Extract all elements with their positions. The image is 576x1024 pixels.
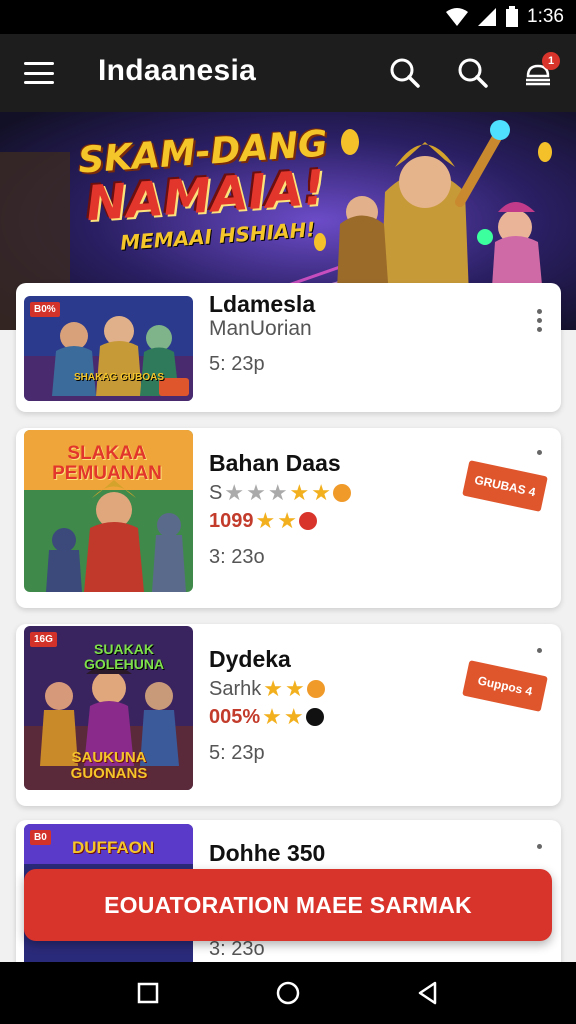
coin-icon bbox=[333, 484, 352, 502]
offer-badge: Guppos 4 bbox=[462, 660, 548, 712]
thumbnail-caption: SLAKAA PEMUANAN bbox=[52, 443, 162, 484]
home-icon[interactable] bbox=[273, 978, 303, 1008]
status-time: 1:36 bbox=[527, 6, 564, 27]
game-price: 005% bbox=[209, 705, 261, 728]
search-icon[interactable] bbox=[386, 54, 424, 92]
gem-icon bbox=[298, 512, 317, 530]
wifi-icon bbox=[446, 8, 469, 26]
game-size: 5: 23p bbox=[209, 742, 265, 764]
app-title: Indaanesia bbox=[98, 54, 257, 87]
game-thumbnail: SLAKAA PEMUANAN bbox=[24, 430, 193, 592]
more-options-button[interactable] bbox=[531, 844, 547, 849]
game-size: 3: 23o bbox=[209, 938, 265, 960]
game-title: Dohhe 350 bbox=[209, 840, 326, 866]
app-bar: Indaanesia 1 bbox=[0, 34, 576, 112]
game-subtitle: ManUorian bbox=[209, 317, 312, 340]
star-icon: ★ bbox=[263, 676, 283, 701]
back-icon[interactable] bbox=[413, 978, 443, 1008]
star-icon: ★ bbox=[267, 480, 288, 505]
star-icon: ★ bbox=[311, 480, 332, 505]
more-options-button[interactable] bbox=[531, 450, 547, 455]
game-title: Bahan Daas bbox=[209, 450, 341, 476]
thumbnail-tag: B0% bbox=[30, 302, 60, 317]
battery-icon bbox=[506, 6, 519, 27]
menu-button[interactable] bbox=[20, 56, 58, 90]
notification-badge: 1 bbox=[542, 52, 560, 70]
star-icon: ★ bbox=[246, 480, 266, 505]
thumbnail-caption: SUAKAK GOLEHUNA bbox=[83, 641, 165, 672]
search-icon[interactable] bbox=[454, 54, 492, 92]
more-options-button[interactable] bbox=[531, 309, 547, 332]
recents-icon[interactable] bbox=[133, 978, 163, 1008]
rating-label: S bbox=[209, 481, 223, 504]
thumbnail-tag: B0 bbox=[30, 830, 51, 845]
game-thumbnail: 16G SUAKAK GOLEHUNA SAUKUNA GUONANS bbox=[24, 626, 193, 790]
rating-label: Sarhk bbox=[209, 677, 262, 700]
status-bar: 1:36 bbox=[0, 0, 576, 34]
game-card[interactable]: 16G SUAKAK GOLEHUNA SAUKUNA GUONANS Dyde… bbox=[16, 624, 561, 806]
star-icon: ★ bbox=[224, 480, 245, 505]
star-icon: ★ bbox=[289, 480, 310, 505]
thumbnail-tag: 16G bbox=[30, 632, 57, 647]
star-icon: ★ bbox=[262, 704, 282, 729]
game-price-line: 005% ★ ★ bbox=[209, 704, 324, 730]
game-price-line: 1099 ★ ★ bbox=[209, 508, 317, 534]
game-card[interactable]: B0% SHAKAG GUBOAS Ldamesla ManUorian 5: … bbox=[16, 283, 561, 412]
game-price: 1099 bbox=[209, 509, 254, 532]
system-nav-bar bbox=[0, 962, 576, 1024]
game-size: 5: 23p bbox=[209, 353, 265, 375]
game-size: 3: 23o bbox=[209, 546, 265, 568]
notification-button[interactable]: 1 bbox=[520, 52, 560, 92]
star-icon: ★ bbox=[277, 508, 297, 533]
star-icon: ★ bbox=[283, 704, 304, 729]
game-rating: Sarhk ★ ★ bbox=[209, 676, 325, 702]
game-rating: S ★ ★ ★ ★ ★ bbox=[209, 480, 352, 506]
cta-button[interactable]: EOUATORATION MAEE SARMAK bbox=[24, 869, 552, 941]
thumbnail-caption: SAUKUNA GUONANS bbox=[70, 749, 148, 782]
game-card[interactable]: SLAKAA PEMUANAN Bahan Daas S ★ ★ ★ ★ ★ 1… bbox=[16, 428, 561, 608]
more-options-button[interactable] bbox=[531, 648, 547, 653]
gem-icon bbox=[305, 708, 324, 726]
offer-badge: GRUBAS 4 bbox=[462, 460, 548, 512]
signal-icon bbox=[478, 8, 497, 26]
coin-icon bbox=[306, 680, 325, 698]
thumbnail-caption: SHAKAG GUBOAS bbox=[74, 372, 165, 383]
game-thumbnail: B0% SHAKAG GUBOAS bbox=[24, 296, 193, 401]
game-title: Dydeka bbox=[209, 646, 291, 672]
star-icon: ★ bbox=[255, 508, 276, 533]
thumbnail-caption: DUFFAON bbox=[72, 838, 155, 857]
game-title: Ldamesla bbox=[209, 291, 316, 317]
star-icon: ★ bbox=[284, 676, 305, 701]
